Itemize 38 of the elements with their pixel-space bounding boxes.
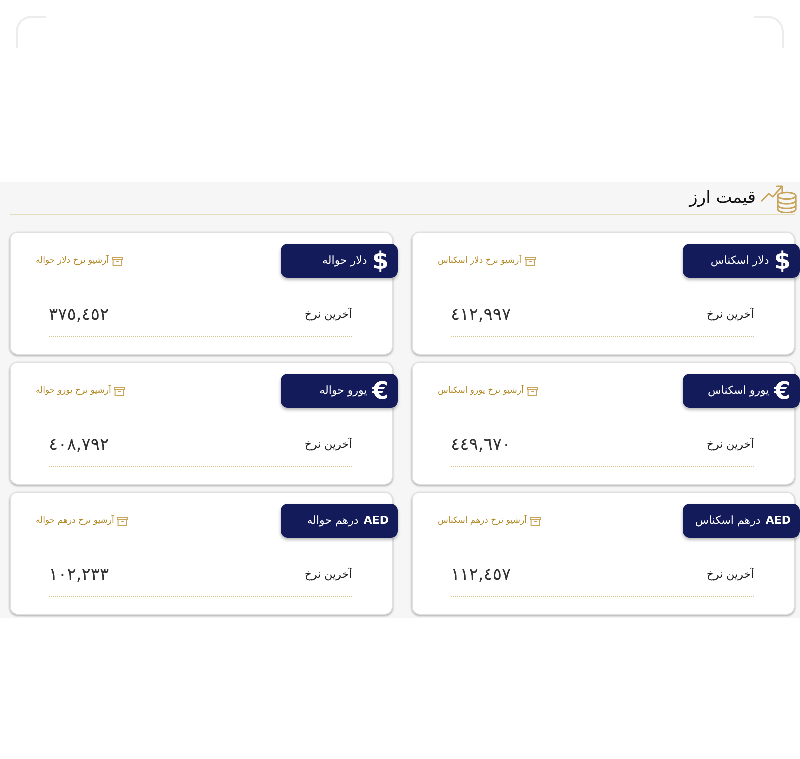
archive-link[interactable]: آرشیو نرخ درهم اسکناس	[438, 515, 541, 527]
currency-name: درهم اسکناس	[696, 514, 761, 528]
currency-symbol: €	[372, 377, 389, 405]
currency-name: یورو اسکناس	[708, 384, 770, 398]
currency-symbol: €	[774, 377, 791, 405]
archive-box-icon	[524, 256, 536, 266]
archive-link[interactable]: آرشیو نرخ دلار حواله	[36, 255, 124, 267]
rate-value: ١١٢,٤٥٧	[451, 564, 512, 586]
archive-link[interactable]: آرشیو نرخ یورو حواله	[36, 385, 126, 397]
currency-name: دلار حواله	[322, 254, 368, 268]
rate-label: آخرین نرخ	[706, 566, 754, 583]
currency-name: دلار اسکناس	[710, 254, 770, 268]
coin-stack-icon	[761, 184, 797, 212]
rate-label: آخرین نرخ	[304, 566, 352, 583]
section-title: قیمت ارز	[690, 187, 756, 209]
currency-symbol: $	[372, 247, 389, 275]
rate-label: آخرین نرخ	[706, 436, 754, 453]
rate-label: آخرین نرخ	[304, 436, 352, 453]
currency-code: AED	[364, 514, 389, 528]
archive-box-icon	[530, 516, 541, 526]
archive-box-icon	[117, 516, 128, 526]
archive-link[interactable]: آرشیو نرخ درهم حواله	[36, 515, 128, 527]
archive-box-icon	[114, 386, 126, 396]
rate-value: ٤٠٨,٧٩٢	[49, 434, 110, 456]
rate-value: ١٠٢,٢٣٣	[49, 564, 110, 586]
currency-name: درهم حواله	[307, 514, 359, 528]
currency-code: AED	[766, 514, 791, 528]
rate-label: آخرین نرخ	[304, 306, 352, 323]
rate-value: ٤٤٩,٦٧٠	[451, 434, 512, 456]
rate-label: آخرین نرخ	[706, 306, 754, 323]
archive-link[interactable]: آرشیو نرخ یورو اسکناس	[438, 385, 538, 397]
rate-value: ٣٧٥,٤٥٢	[49, 304, 110, 326]
currency-name: یورو حواله	[320, 384, 368, 398]
currency-symbol: $	[774, 247, 791, 275]
archive-link[interactable]: آرشیو نرخ دلار اسکناس	[438, 255, 536, 267]
rate-value: ٤١٢,٩٩٧	[451, 304, 512, 326]
archive-box-icon	[112, 256, 124, 266]
archive-box-icon	[526, 386, 538, 396]
